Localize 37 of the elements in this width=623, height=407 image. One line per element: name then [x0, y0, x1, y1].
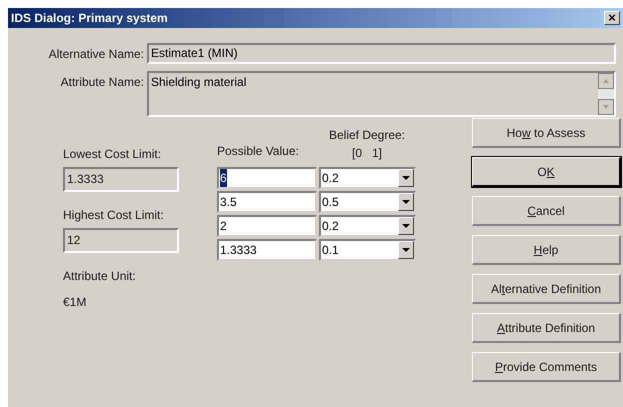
dialog-button[interactable]: Cancel	[472, 196, 621, 226]
column-header: Belief Degree:	[328, 127, 406, 144]
dropdown-arrow-icon	[402, 176, 410, 180]
close-button[interactable]: ×	[604, 11, 620, 25]
field-label: Highest Cost Limit:	[63, 207, 165, 224]
value-field[interactable]: 1.3333	[217, 239, 317, 261]
dialog-button[interactable]: Attribute Definition	[472, 313, 621, 343]
dialog-button[interactable]: Help	[472, 235, 621, 265]
dialog-button[interactable]: How to Assess	[472, 118, 621, 148]
belief-dropdown[interactable]: 0.1	[319, 239, 416, 261]
value-field[interactable]: 2	[217, 215, 317, 237]
field-label: Alternative Name:	[48, 46, 145, 62]
lowest-cost-field: 1.3333	[63, 167, 179, 192]
field-label: Attribute Unit:	[63, 268, 137, 285]
attribute-name-text: Shielding material	[150, 74, 248, 91]
value-field[interactable]: 3.5	[217, 191, 317, 213]
attribute-unit-text: €1M	[63, 294, 88, 311]
window-title: IDS Dialog: Primary system	[11, 10, 168, 27]
dialog-button[interactable]: Provide Comments	[472, 352, 621, 382]
belief-dropdown[interactable]: 0.5	[319, 191, 416, 213]
value-field[interactable]: 6	[217, 167, 317, 189]
range-label: [0 1]	[352, 145, 382, 162]
column-header: Possible Value:	[217, 143, 300, 160]
field-label: Lowest Cost Limit:	[63, 146, 162, 163]
scroll-up-icon[interactable]	[598, 73, 614, 89]
attribute-name-field[interactable]: Shielding material	[147, 71, 616, 117]
dialog-button[interactable]: Alternative Definition	[472, 274, 621, 304]
highest-cost-field: 12	[63, 228, 179, 253]
belief-dropdown[interactable]: 0.2	[319, 215, 416, 237]
belief-dropdown[interactable]: 0.2	[319, 167, 416, 189]
dialog-button[interactable]: OK	[472, 157, 621, 187]
alternative-name-field[interactable]: Estimate1 (MIN)	[147, 43, 616, 64]
dropdown-arrow-icon	[402, 248, 410, 252]
dropdown-arrow-icon	[402, 200, 410, 204]
dropdown-arrow-icon	[402, 224, 410, 228]
field-label: Attribute Name:	[60, 74, 145, 91]
scroll-down-icon[interactable]	[598, 99, 614, 115]
